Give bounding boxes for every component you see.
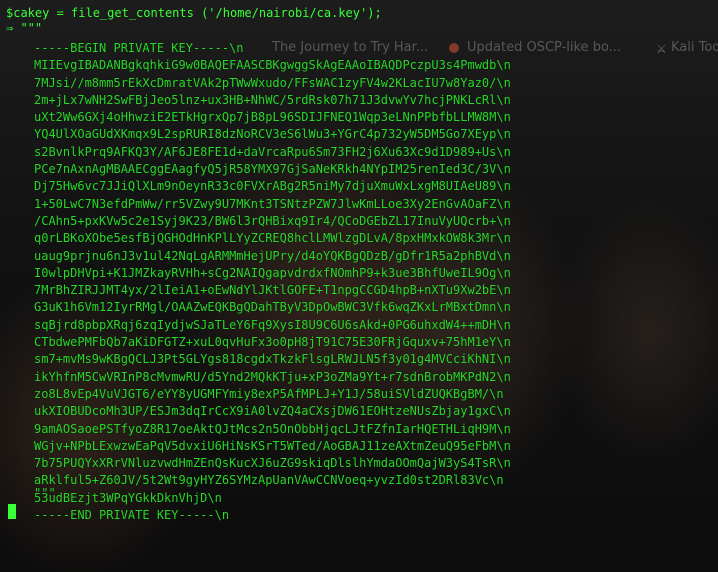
key-line: sqBjrd8pbpXRqj6zqIydjwSJaTLeY6Fq9XysI8U9… [34,317,511,332]
private-key-output: -----BEGIN PRIVATE KEY-----\n MIIEvgIBADA… [34,40,511,524]
key-line: ukXIOBUDcoMh3UP/ESJm3dqIrCcX9iA0lvZQ4aCX… [34,404,511,419]
key-line: -----BEGIN PRIVATE KEY-----\n [34,41,244,55]
key-line: G3uK1h6Vm12IyrRMgl/OAAZwEQKBgQDahTByV3Dp… [34,300,511,315]
key-line: /CAhn5+pxKVw5c2e1Syj9K23/BW6l3rQHBixq9Ir… [34,213,511,228]
key-line: aRklful5+Z60JV/5t2Wt9gyHYZ6SYMzApUanVAwC… [34,473,504,488]
key-line: CTbdwePMFbQb7aKiDFGTZ+xuL0qvHuFx3o0pH8jT… [34,335,511,350]
terminal-cursor [8,504,16,519]
key-line: I0wlpDHVpi+K1JMZkayRVHh+sCg2NAIQgapvdrdx… [34,265,511,280]
key-line: s2BvnlkPrq9AFKQ3Y/AF6JE8FE1d+daVrcaRpu6S… [34,144,511,159]
key-line: sm7+mvMs9wKBgQCLJ3Pt5GLYgs818cgdxTkzkFls… [34,352,511,367]
key-line: MIIEvgIBADANBgkqhkiG9w0BAQEFAASCBKgwggSk… [34,58,511,73]
key-line: YQ4UlXOaGUdXKmqx9L2spRURI8dzNoRCV3eS6lWu… [34,127,511,142]
key-line: 1+50LwC7N3efdPmWw/rr5VZwy9U7MKnt3TSNtzPZ… [34,196,511,211]
key-line: Dj75Hw6vc7JJiQlXLm9nOeynR33c0FVXrABg2R5n… [34,179,511,194]
key-line: 2m+jLx7wNH2SwFBjJeo5lnz+ux3HB+NhWC/5rdRs… [34,92,511,107]
key-line: q0rLBKoXObe5esfBjQGHOdHnKPlLYyZCREQ8hclL… [34,231,511,246]
closing-quotes: """ [34,486,56,500]
key-line: uaug9prjnu6nJ3v1ul42NqLgARMMmHejUPry/d4o… [34,248,511,263]
key-line: WGjv+NPbLExwzwEaPqV5dvxiU6HiNsKSrT5WTed/… [34,438,511,453]
key-line: -----END PRIVATE KEY-----\n [34,508,230,523]
key-line: 7MrBhZIRJJMT4yx/2lIeiA1+oEwNdYlJKtlGOFE+… [34,283,511,298]
result-arrow: ⇒ """ [6,21,43,35]
terminal-window[interactable]: $cakey = file_get_contents ('/home/nairo… [0,0,718,572]
command-line: $cakey = file_get_contents ('/home/nairo… [6,6,382,20]
key-line: 7MJsi//m8mm5rEkXcDmratVAk2pTWwWxudo/FFsW… [34,75,511,90]
key-line: ikYhfnM5CwVRInP8cMvmwRU/d5Ynd2MQkKTju+xP… [34,369,511,384]
key-line: 53udBEzjt3WPqYGkkDknVhjD\n [34,490,222,505]
key-line: 7b75PUQYxXRrVNluzvwdHmZEnQsKucXJ6uZG9ski… [34,456,511,471]
key-line: 9amAOSaoePSTfyoZ8R17oeAktQJtMcs2n5OnObbH… [34,421,511,436]
key-line: zo8L8vEp4VuVJGT6/eYY8yUGMFYmiy8exP5AfMPL… [34,386,504,401]
key-line: PCe7nAxnAgMBAAECggEAagfyQ5jR58YMX97GjSaN… [34,162,511,177]
key-line: uXt2Ww6GXj4oHhwziE2ETkHgrxQp7jB8pL96SDIJ… [34,110,511,125]
